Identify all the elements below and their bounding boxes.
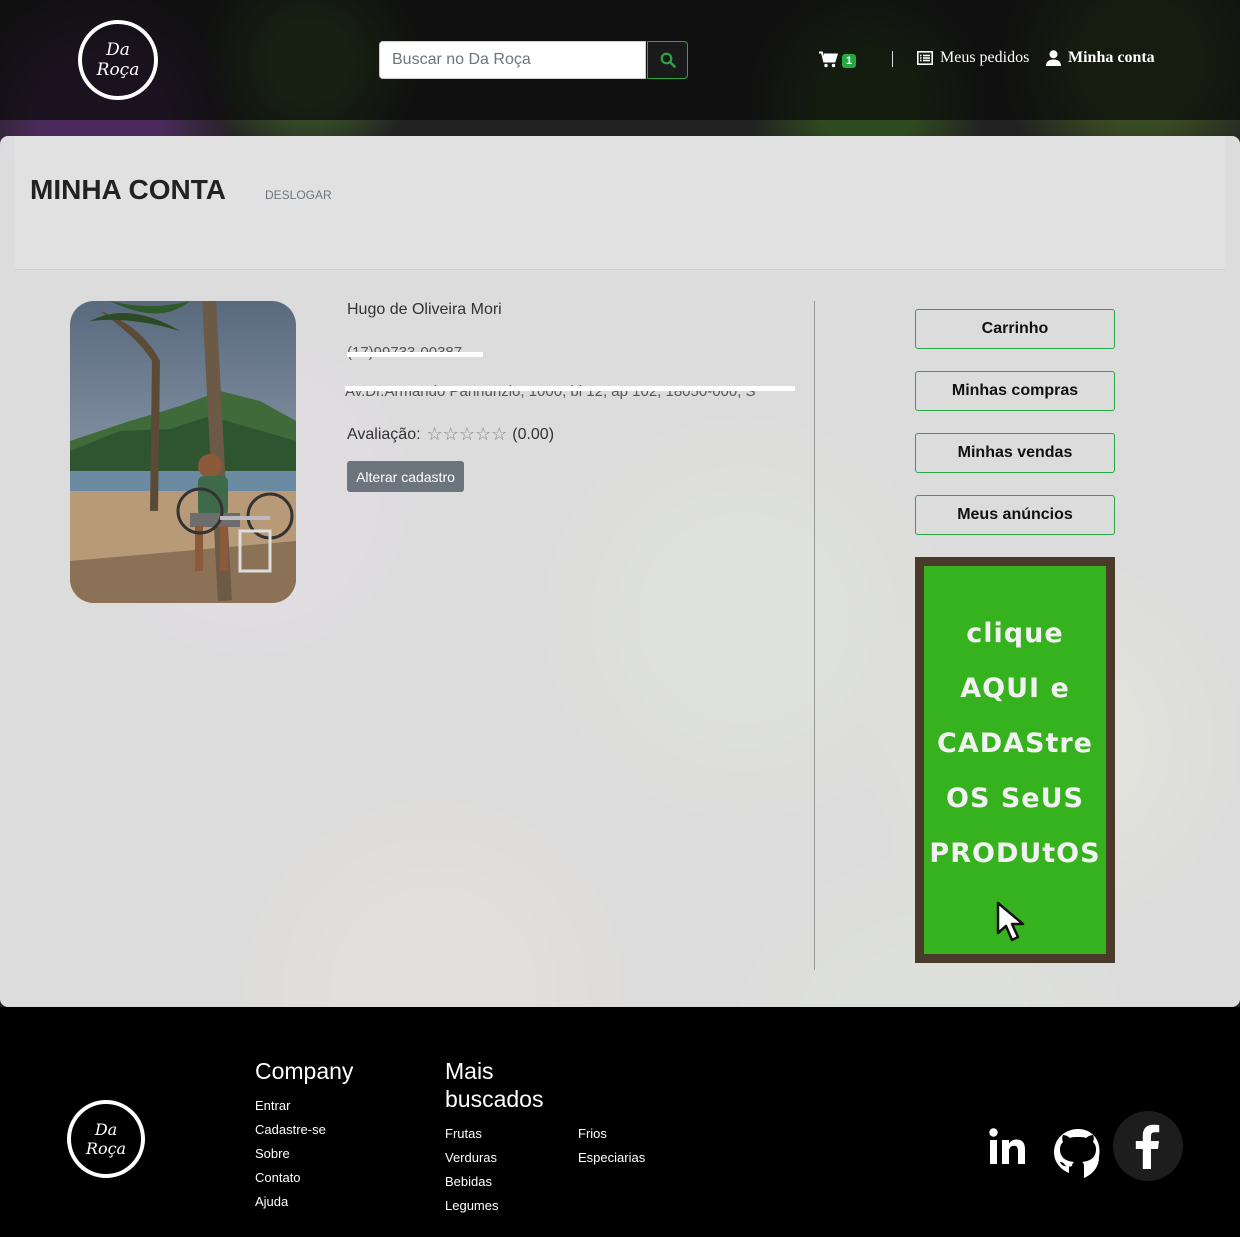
user-address: Av.Dr.Armando Pannunzio, 1000, bl 12, ap… (345, 383, 795, 401)
footer: Da Roça Company Entrar Cadastre-se Sobre… (0, 1007, 1240, 1237)
footer-link-drinks[interactable]: Bebidas (445, 1174, 492, 1189)
profile-photo (70, 301, 296, 603)
user-icon (1046, 50, 1061, 66)
cart-button[interactable]: Carrinho (915, 309, 1115, 349)
footer-link-vegetables[interactable]: Legumes (445, 1198, 498, 1213)
my-listings-button[interactable]: Meus anúncios (915, 495, 1115, 535)
list-icon (917, 51, 933, 65)
popular-heading-line1: Mais (445, 1058, 494, 1084)
page-header: MINHA CONTA DESLOGAR (15, 136, 1225, 270)
shopping-cart-icon (819, 51, 838, 67)
footer-link-login[interactable]: Entrar (255, 1098, 290, 1113)
footer-link-fruits[interactable]: Frutas (445, 1126, 482, 1141)
logo-text-line1: Da (106, 40, 130, 60)
cart-count-badge: 1 (842, 54, 857, 68)
cart-link[interactable]: 1 (819, 50, 857, 68)
promo-line-3: CADAStre (937, 728, 1093, 759)
edit-profile-button[interactable]: Alterar cadastro (347, 461, 464, 492)
linkedin-icon[interactable] (987, 1127, 1029, 1169)
footer-link-help[interactable]: Ajuda (255, 1194, 288, 1209)
footer-logo[interactable]: Da Roça (67, 1100, 145, 1178)
vertical-divider (814, 301, 815, 970)
github-icon[interactable] (1052, 1127, 1104, 1183)
footer-link-spices[interactable]: Especiarias (578, 1150, 645, 1165)
phone-redaction-bar (347, 352, 483, 357)
company-heading: Company (255, 1058, 354, 1084)
register-products-banner[interactable]: clique AQUI e CADAStre OS SeUS PRODUtOS (915, 557, 1115, 963)
star-icon: ☆ (474, 424, 491, 444)
star-icon: ☆ (491, 424, 507, 444)
facebook-icon[interactable] (1113, 1111, 1183, 1181)
account-panel: MINHA CONTA DESLOGAR Hugo de Oliveira Mo… (0, 136, 1240, 1007)
footer-link-about[interactable]: Sobre (255, 1146, 290, 1161)
promo-line-5: PRODUtOS (929, 838, 1101, 869)
search-icon (660, 52, 676, 68)
footer-link-signup[interactable]: Cadastre-se (255, 1122, 326, 1137)
logo-text-line2: Roça (96, 60, 140, 80)
footer-link-cold-cuts[interactable]: Frios (578, 1126, 607, 1141)
promo-line-2: AQUI e (960, 673, 1070, 704)
profile-info: Hugo de Oliveira Mori (17)99733-00387 Av… (345, 301, 795, 492)
star-icon: ☆ (426, 424, 443, 444)
rating-label: Avaliação: (347, 425, 421, 443)
mouse-pointer-icon (996, 901, 1025, 942)
my-purchases-button[interactable]: Minhas compras (915, 371, 1115, 411)
star-icon: ☆ (458, 424, 475, 444)
my-account-label: Minha conta (1068, 49, 1155, 66)
nav-divider (892, 51, 893, 67)
user-phone: (17)99733-00387 (347, 344, 483, 362)
promo-line-1: clique (966, 618, 1064, 649)
promo-line-4: OS SeUS (946, 783, 1084, 814)
site-logo[interactable]: Da Roça (78, 20, 158, 100)
rating-value: (0.00) (512, 425, 555, 443)
search-input[interactable] (379, 41, 646, 79)
my-account-link[interactable]: Minha conta (1046, 49, 1155, 67)
my-orders-link[interactable]: Meus pedidos (917, 49, 1029, 67)
footer-link-greens[interactable]: Verduras (445, 1150, 497, 1165)
user-rating: Avaliação: ☆ ☆ ☆ ☆ ☆ (0.00) (347, 424, 554, 445)
search-button[interactable] (647, 41, 688, 79)
user-name: Hugo de Oliveira Mori (347, 301, 502, 318)
my-sales-button[interactable]: Minhas vendas (915, 433, 1115, 473)
popular-heading-line2: buscados (445, 1086, 544, 1112)
page-title: MINHA CONTA (30, 174, 226, 205)
rating-stars: ☆ ☆ ☆ ☆ ☆ (426, 424, 508, 445)
address-redaction-bar (345, 386, 795, 391)
footer-logo-line1: Da (94, 1120, 118, 1139)
search-bar (379, 41, 688, 79)
my-orders-label: Meus pedidos (940, 49, 1030, 66)
footer-logo-line2: Roça (85, 1139, 127, 1158)
footer-link-contact[interactable]: Contato (255, 1170, 301, 1185)
logout-link[interactable]: DESLOGAR (265, 188, 332, 202)
top-navbar: Da Roça 1 Meus pedi (0, 0, 1240, 120)
star-icon: ☆ (442, 424, 459, 444)
